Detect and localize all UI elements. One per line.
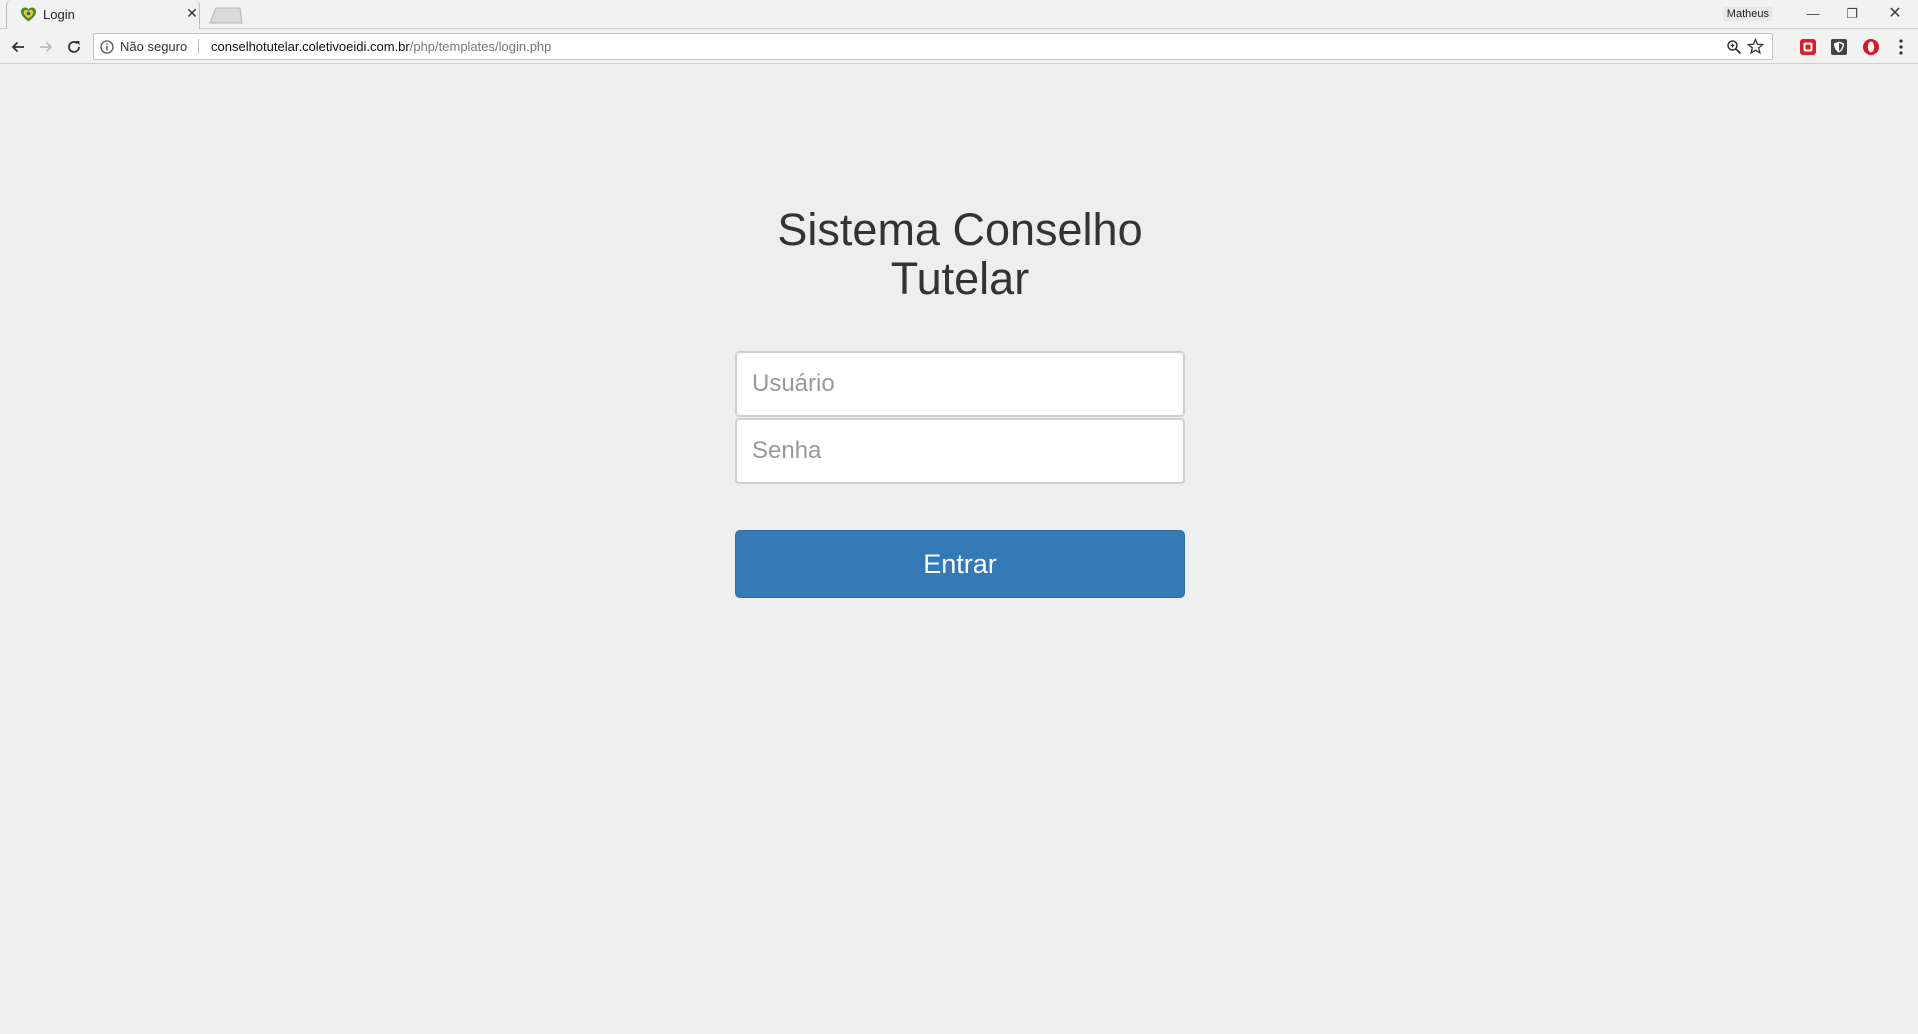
back-button[interactable] [6, 35, 30, 59]
browser-tab-login[interactable]: Login ✕ [6, 0, 200, 29]
forward-button[interactable] [34, 35, 58, 59]
security-label[interactable]: Não seguro [120, 39, 187, 54]
window-minimize-button[interactable]: — [1798, 3, 1828, 25]
zoom-icon[interactable] [1726, 39, 1742, 55]
url-path: /php/templates/login.php [409, 39, 552, 54]
browser-toolbar: Não seguro conselhotutelar.coletivoeidi.… [0, 30, 1918, 64]
window-close-button[interactable]: ✕ [1880, 3, 1910, 25]
address-divider [198, 39, 199, 54]
tab-title: Login [43, 7, 75, 22]
bookmark-star-icon[interactable] [1747, 38, 1764, 55]
username-input[interactable] [735, 351, 1185, 417]
url-host: conselhotutelar.coletivoeidi.com.br [211, 39, 410, 54]
red-shield-extension-icon[interactable] [1799, 38, 1817, 56]
heart-shield-favicon-icon [21, 7, 36, 22]
opera-red-extension-icon[interactable] [1862, 38, 1880, 56]
arrow-left-icon [11, 41, 24, 53]
arrow-right-icon [40, 41, 53, 53]
profile-name-badge[interactable]: Matheus [1722, 7, 1773, 21]
info-icon[interactable] [100, 40, 114, 54]
reload-button[interactable] [62, 35, 86, 59]
tab-close-icon[interactable]: ✕ [183, 4, 201, 22]
login-submit-button[interactable]: Entrar [735, 530, 1185, 598]
reload-icon [68, 41, 80, 53]
more-vert-icon[interactable] [1893, 38, 1909, 56]
window-restore-button[interactable]: ❐ [1837, 3, 1867, 25]
url-text[interactable]: conselhotutelar.coletivoeidi.com.br/php/… [211, 39, 551, 54]
page-title: Sistema Conselho Tutelar [777, 204, 1143, 304]
tab-strip: Login ✕ Matheus — ❐ ✕ [0, 0, 1918, 29]
dark-shield-extension-icon[interactable] [1830, 38, 1848, 56]
login-form: Sistema Conselho Tutelar Entrar [735, 205, 1185, 598]
password-input[interactable] [735, 418, 1185, 484]
new-tab-button[interactable] [208, 7, 244, 24]
address-bar[interactable]: Não seguro conselhotutelar.coletivoeidi.… [93, 33, 1773, 60]
